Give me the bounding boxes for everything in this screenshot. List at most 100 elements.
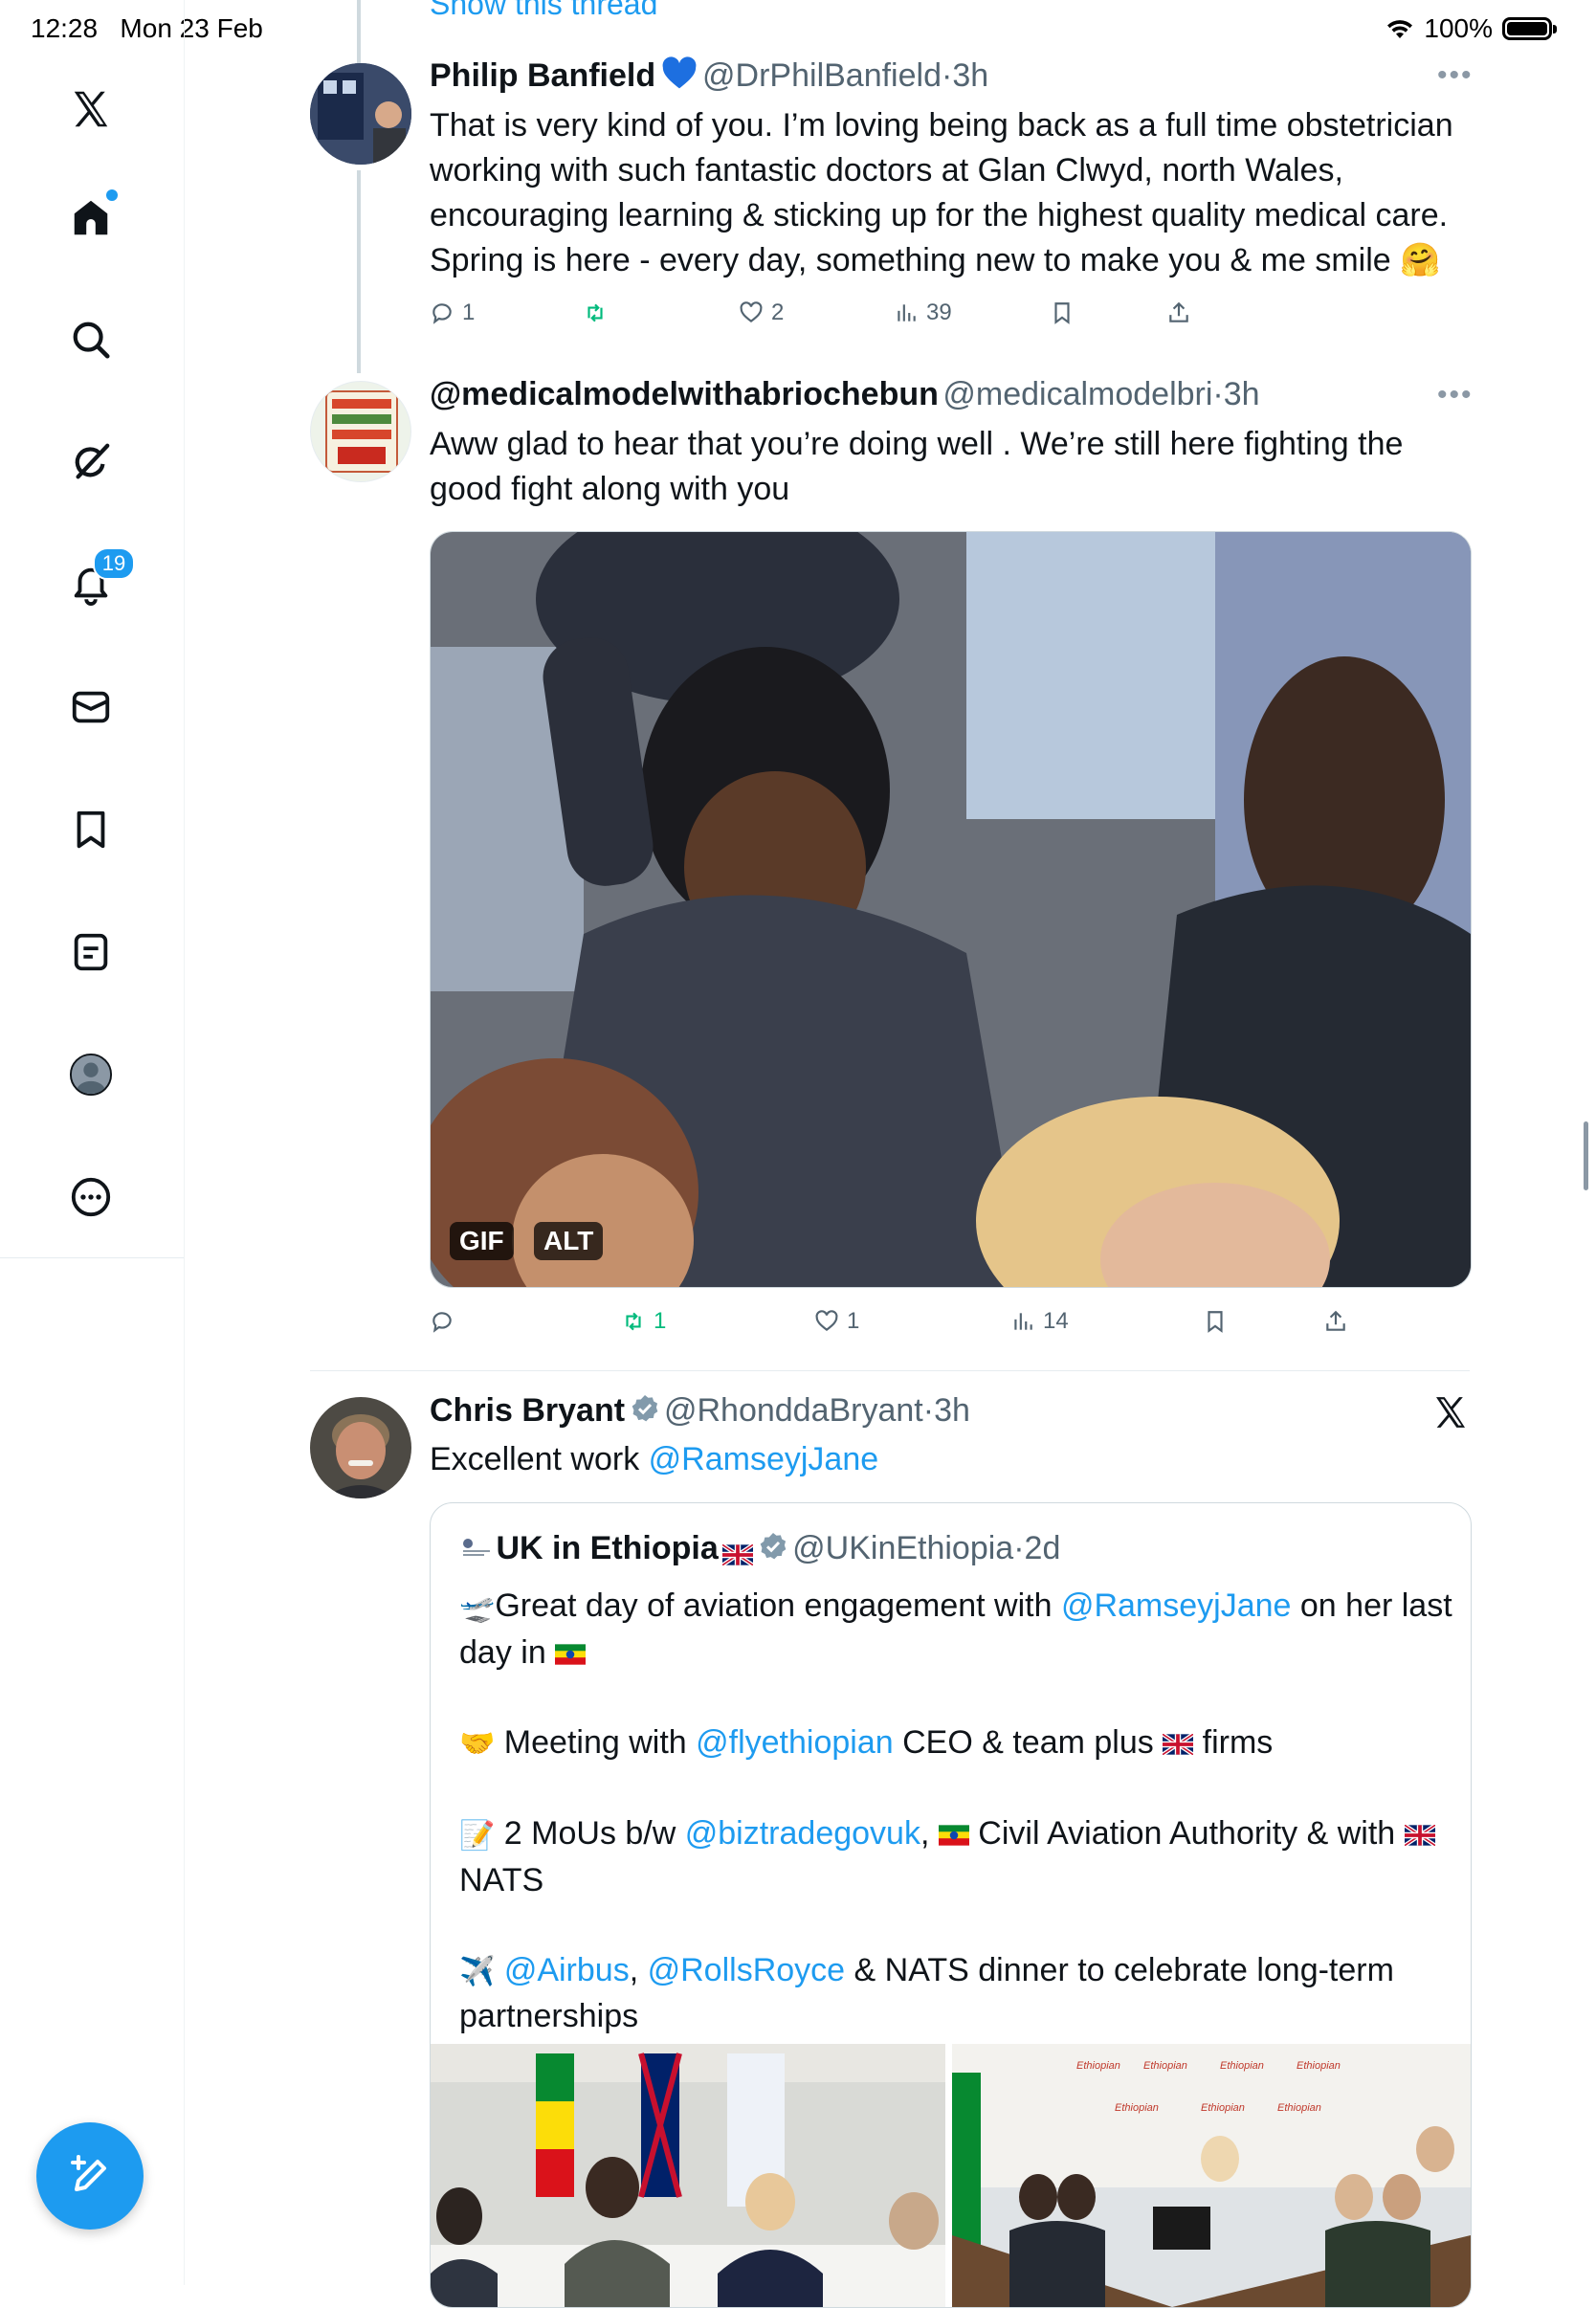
profile-icon[interactable] (60, 1044, 122, 1105)
compose-icon (71, 2155, 106, 2191)
author-handle[interactable]: @DrPhilBanfield (702, 57, 942, 94)
bookmark-icon[interactable] (60, 799, 122, 860)
author-handle[interactable]: @medicalmodelbri (942, 376, 1212, 412)
mention-link[interactable]: @RamseyjJane (1061, 1587, 1292, 1624)
more-icon[interactable] (60, 1166, 122, 1228)
home-icon[interactable] (60, 188, 122, 249)
x-logo-icon[interactable] (60, 78, 122, 140)
quote-text-segment: Civil Aviation Authority & with (968, 1815, 1405, 1853)
memo-icon: 📝 (459, 1819, 496, 1852)
bell-icon[interactable]: 19 (60, 547, 135, 614)
quote-text-segment: , (629, 1951, 648, 1988)
reply-icon (432, 1312, 452, 1333)
retweet-button[interactable] (583, 300, 608, 325)
tweet-time[interactable]: 3h (934, 1392, 970, 1429)
view-count: 14 (1043, 1308, 1069, 1334)
quote-header: UK in Ethiopia @UKinEthiopia·2d (459, 1530, 1060, 1567)
tweet-header: @medicalmodelwithabriochebun @medicalmod… (430, 376, 1260, 412)
quote-author-name[interactable]: UK in Ethiopia (496, 1530, 718, 1566)
heart-icon (740, 301, 763, 323)
avatar[interactable] (310, 381, 411, 482)
search-icon[interactable] (60, 309, 122, 370)
airplane-departure-icon: 🛫 (459, 1591, 496, 1624)
thread-line (357, 170, 361, 373)
compose-button[interactable] (36, 2122, 144, 2230)
quote-image-1[interactable] (431, 2044, 945, 2307)
share-button[interactable] (1323, 1309, 1348, 1334)
tweet-text: Excellent work @RamseyjJane (430, 1437, 1473, 1482)
quote-author-handle[interactable]: @UKinEthiopia (792, 1530, 1013, 1566)
tweet-text: Aww glad to hear that you’re doing well … (430, 426, 1412, 507)
show-thread-link[interactable]: Show this thread (430, 0, 657, 22)
svg-text:Ethiopian: Ethiopian (1297, 2060, 1341, 2072)
notifications-badge: 19 (93, 547, 135, 580)
bookmark-icon (1208, 1311, 1223, 1333)
author-name[interactable]: Chris Bryant (430, 1392, 625, 1429)
gif-media[interactable]: GIF ALT (430, 531, 1472, 1288)
reply-icon (432, 303, 452, 324)
author-handle[interactable]: @RhonddaBryant (664, 1392, 923, 1429)
tweet-actions: 1 2 39 (430, 299, 1473, 327)
lists-icon[interactable] (60, 921, 122, 983)
grok-icon[interactable] (60, 432, 122, 493)
handshake-icon: 🤝 (459, 1728, 496, 1761)
home-unread-dot (106, 189, 118, 201)
wifi-icon (1387, 20, 1413, 38)
avatar[interactable] (310, 1397, 411, 1498)
quote-text-segment: Meeting with (495, 1723, 697, 1761)
quoted-tweet[interactable]: UK in Ethiopia @UKinEthiopia·2d 🛫Great d… (430, 1502, 1472, 2308)
retweet-button[interactable]: 1 (621, 1308, 666, 1335)
mention-link[interactable]: @RollsRoyce (648, 1952, 845, 1988)
verified-icon (630, 1393, 660, 1429)
airplane-icon: ✈️ (459, 1956, 496, 1988)
svg-text:Ethiopian: Ethiopian (1076, 2060, 1120, 2072)
gif-image (431, 532, 1471, 1287)
uk-flag-icon (1163, 1733, 1194, 1755)
author-name[interactable]: Philip Banfield (430, 57, 655, 94)
quote-text-segment: 2 MoUs b/w (495, 1815, 685, 1853)
mention-link[interactable]: @flyethiopian (696, 1724, 894, 1761)
share-icon (1326, 1310, 1345, 1331)
mail-icon[interactable] (60, 677, 122, 738)
quote-text-segment: , (920, 1815, 939, 1853)
views-button[interactable]: 14 (1010, 1308, 1069, 1335)
x-source-icon[interactable] (1431, 1393, 1470, 1436)
tweet-time[interactable]: 3h (952, 57, 988, 94)
scrollbar-thumb[interactable] (1584, 1121, 1588, 1190)
quote-time[interactable]: 2d (1025, 1530, 1061, 1566)
reply-button[interactable]: 1 (430, 300, 475, 326)
meeting-photo: Ethiopian Ethiopian Ethiopian Ethiopian … (952, 2044, 1471, 2307)
views-icon (898, 304, 916, 322)
mention-link[interactable]: @biztradegovuk (685, 1815, 920, 1852)
views-button[interactable]: 39 (894, 300, 952, 326)
gif-badge: GIF (450, 1222, 514, 1260)
signing-photo (431, 2044, 945, 2307)
svg-text:Ethiopian: Ethiopian (1220, 2060, 1264, 2072)
tweet-time[interactable]: 3h (1224, 376, 1260, 412)
quote-text-segment: CEO & team plus (893, 1723, 1164, 1761)
heart-icon (815, 1310, 838, 1332)
like-count: 2 (771, 300, 785, 325)
ethiopia-flag-icon (555, 1643, 587, 1665)
bookmark-button[interactable] (1050, 300, 1075, 325)
like-button[interactable]: 2 (739, 300, 784, 326)
crest-icon (459, 1534, 492, 1565)
mention-link[interactable]: @RamseyjJane (649, 1441, 879, 1477)
tweet-header: Chris Bryant @RhonddaBryant·3h (430, 1392, 970, 1429)
avatar[interactable] (310, 63, 411, 165)
more-options-icon[interactable]: ••• (1437, 59, 1474, 92)
alt-badge[interactable]: ALT (534, 1222, 604, 1260)
author-name[interactable]: @medicalmodelwithabriochebun (430, 376, 939, 412)
reply-button[interactable] (430, 1309, 454, 1334)
uk-flag-icon (1404, 1825, 1435, 1847)
mention-link[interactable]: @Airbus (504, 1952, 630, 1988)
svg-text:Ethiopian: Ethiopian (1143, 2060, 1187, 2072)
quote-image-2[interactable]: Ethiopian Ethiopian Ethiopian Ethiopian … (952, 2044, 1471, 2307)
share-button[interactable] (1166, 300, 1191, 325)
status-indicators: 100% (1385, 13, 1557, 44)
blue-heart-icon (660, 55, 698, 95)
more-options-icon[interactable]: ••• (1437, 379, 1474, 411)
like-button[interactable]: 1 (814, 1308, 859, 1335)
quote-text: 🛫Great day of aviation engagement with @… (459, 1584, 1454, 2039)
bookmark-button[interactable] (1203, 1309, 1228, 1334)
